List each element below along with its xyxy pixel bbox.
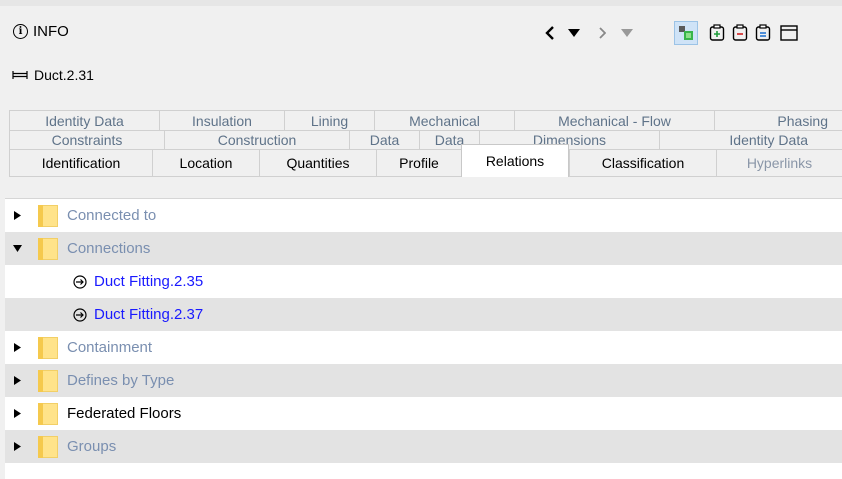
- history-dropdown-button[interactable]: [564, 21, 584, 45]
- tree-item-label: Federated Floors: [67, 405, 182, 422]
- forward-dropdown-icon: [621, 29, 633, 37]
- forward-dropdown-button[interactable]: [618, 21, 636, 45]
- connection-icon: [73, 274, 87, 289]
- duct-fitting-link[interactable]: Duct Fitting.2.35: [94, 273, 203, 290]
- panel-title-label: INFO: [33, 23, 69, 40]
- show-all-icon: [755, 24, 771, 41]
- window-toggle-icon: [780, 25, 798, 41]
- expand-all-button[interactable]: [707, 21, 727, 45]
- tab-classification[interactable]: Classification: [569, 149, 716, 177]
- tree-item-connections[interactable]: Connections: [5, 232, 842, 265]
- tree-item-label: Groups: [67, 438, 117, 455]
- tree-item-federated-floors[interactable]: Federated Floors: [5, 397, 842, 430]
- folder-icon: [38, 402, 58, 425]
- tree-item-containment[interactable]: Containment: [5, 331, 842, 364]
- tab-hyperlinks[interactable]: Hyperlinks: [716, 149, 842, 177]
- back-icon: [545, 26, 554, 40]
- folder-icon: [38, 336, 58, 359]
- expand-all-icon: [709, 24, 725, 41]
- tab-mechanical[interactable]: Mechanical: [374, 110, 514, 130]
- tree-item-label: Connected to: [67, 207, 157, 224]
- tab-row-3: Identification Location Quantities Profi…: [9, 144, 842, 177]
- element-name: Duct.2.31: [34, 67, 94, 83]
- panel-title: i INFO: [13, 23, 69, 40]
- tab-row-2: Constraints Construction Data Data Dimen…: [9, 130, 842, 149]
- info-header: i INFO: [0, 6, 842, 52]
- tab-data-1[interactable]: Data: [349, 130, 419, 149]
- tree-item-label: Connections: [67, 240, 151, 257]
- duct-icon: [12, 71, 28, 79]
- tab-profile[interactable]: Profile: [376, 149, 461, 177]
- property-tabs: Identity Data Insulation Lining Mechanic…: [9, 110, 842, 177]
- relations-tree: Connected to Connections Duct Fitting.2.…: [5, 198, 842, 479]
- expand-arrow-icon[interactable]: [12, 409, 22, 419]
- selected-element: Duct.2.31: [12, 67, 94, 83]
- tab-location[interactable]: Location: [152, 149, 259, 177]
- folder-icon: [38, 237, 58, 260]
- tree-item-connected-to[interactable]: Connected to: [5, 199, 842, 232]
- tab-row-1: Identity Data Insulation Lining Mechanic…: [9, 110, 842, 130]
- window-toggle-button[interactable]: [778, 21, 800, 45]
- tab-relations[interactable]: Relations: [461, 144, 569, 177]
- tree-item-label: Defines by Type: [67, 372, 175, 389]
- tab-mechanical-flow[interactable]: Mechanical - Flow: [514, 110, 714, 130]
- expand-arrow-icon[interactable]: [12, 442, 22, 452]
- tab-insulation[interactable]: Insulation: [159, 110, 284, 130]
- tab-identity-data-2[interactable]: Identity Data: [659, 130, 842, 149]
- select-in-model-button[interactable]: [674, 21, 698, 45]
- collapse-arrow-icon[interactable]: [12, 244, 22, 254]
- connection-icon: [73, 307, 87, 322]
- forward-button[interactable]: [593, 21, 611, 45]
- tree-item-groups[interactable]: Groups: [5, 430, 842, 463]
- tab-lining[interactable]: Lining: [284, 110, 374, 130]
- folder-icon: [38, 435, 58, 458]
- expand-arrow-icon[interactable]: [12, 343, 22, 353]
- duct-fitting-link[interactable]: Duct Fitting.2.37: [94, 306, 203, 323]
- tab-phasing[interactable]: Phasing: [714, 110, 842, 130]
- history-dropdown-icon: [568, 29, 580, 37]
- expand-arrow-icon[interactable]: [12, 376, 22, 386]
- collapse-all-icon: [732, 24, 748, 41]
- expand-arrow-icon[interactable]: [12, 211, 22, 221]
- show-all-button[interactable]: [753, 21, 773, 45]
- tree-item-defines-by-type[interactable]: Defines by Type: [5, 364, 842, 397]
- back-button[interactable]: [540, 21, 560, 45]
- tab-identity-data-1[interactable]: Identity Data: [9, 110, 159, 130]
- folder-icon: [38, 204, 58, 227]
- tab-construction[interactable]: Construction: [164, 130, 349, 149]
- forward-icon: [599, 27, 606, 39]
- select-in-model-icon: [679, 26, 693, 40]
- tab-constraints[interactable]: Constraints: [9, 130, 164, 149]
- info-icon: i: [13, 24, 28, 39]
- tree-child-duct-fitting-2-37[interactable]: Duct Fitting.2.37: [5, 298, 842, 331]
- tab-quantities[interactable]: Quantities: [259, 149, 376, 177]
- collapse-all-button[interactable]: [730, 21, 750, 45]
- folder-icon: [38, 369, 58, 392]
- tree-item-label: Containment: [67, 339, 153, 356]
- tree-child-duct-fitting-2-35[interactable]: Duct Fitting.2.35: [5, 265, 842, 298]
- tab-identification[interactable]: Identification: [9, 149, 152, 177]
